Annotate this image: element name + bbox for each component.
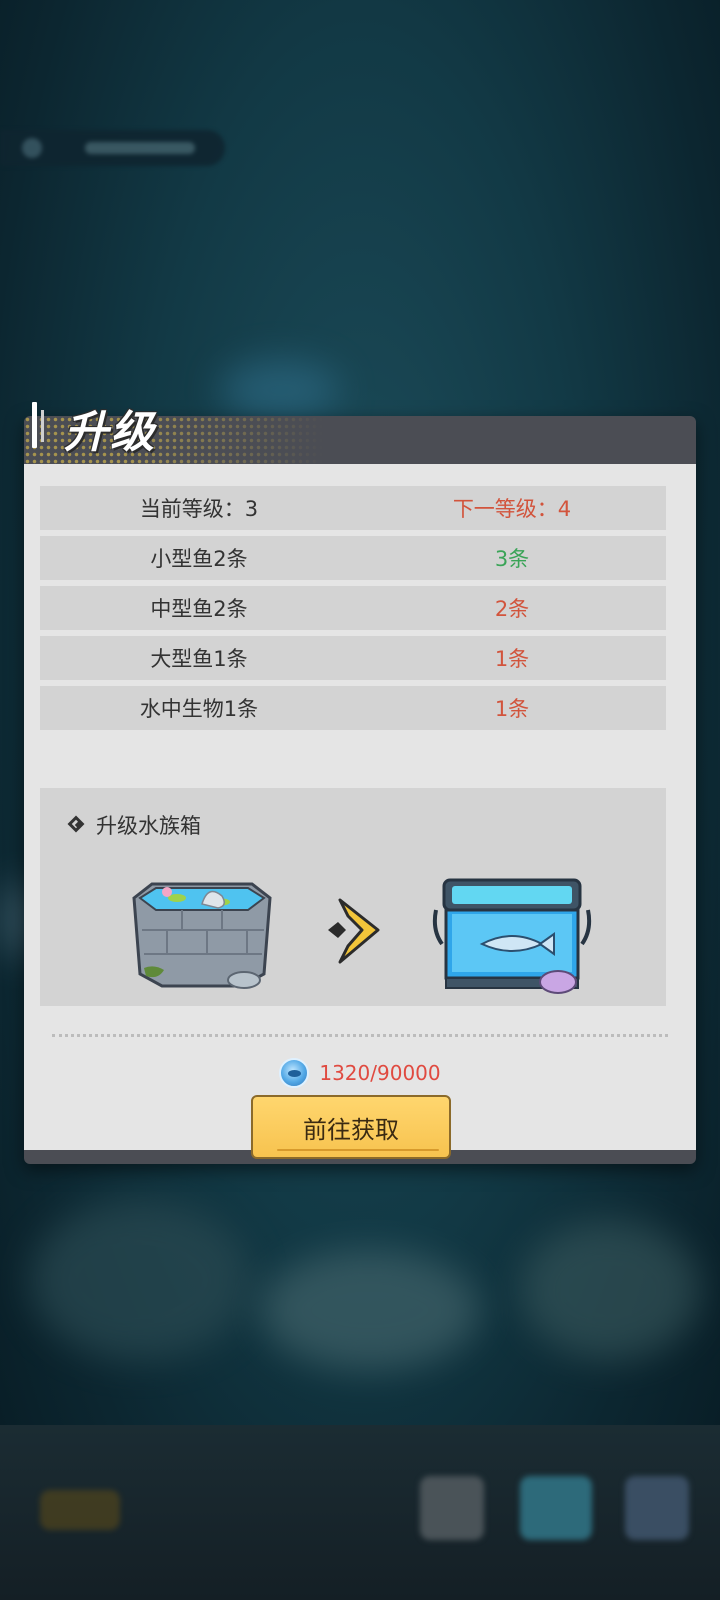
current-small-fish: 小型鱼2条	[150, 547, 248, 571]
background-bottom-bar	[0, 1425, 720, 1600]
title-bar-icon	[32, 402, 37, 448]
current-level: 当前等级：3	[139, 497, 259, 521]
current-medium-fish: 中型鱼2条	[150, 597, 248, 621]
dialog-body: 当前等级：3 下一等级：4 小型鱼2条 3条 中型鱼2条 2条 大型鱼1条 1条…	[24, 464, 696, 1159]
capacity-row-aquatic-creature: 水中生物1条 1条	[40, 686, 666, 730]
background-status-tag	[0, 130, 225, 166]
next-small-fish: 3条	[494, 547, 530, 571]
dotted-divider	[52, 1034, 668, 1037]
glass-aquarium-tank-icon	[432, 878, 592, 994]
diamond-bullet-icon	[68, 815, 88, 835]
go-obtain-button[interactable]: 前往获取	[251, 1095, 451, 1159]
upgrade-heading-wrap: 升级水族箱	[68, 810, 201, 840]
capacity-row-large-fish: 大型鱼1条 1条	[40, 636, 666, 680]
next-medium-fish: 2条	[494, 597, 530, 621]
current-large-fish: 大型鱼1条	[150, 647, 248, 671]
title-bar-accent	[41, 410, 44, 442]
current-aquatic-creature: 水中生物1条	[139, 697, 259, 721]
capacity-row-medium-fish: 中型鱼2条 2条	[40, 586, 666, 630]
cost-amount: 1320/90000	[319, 1061, 441, 1085]
cost-display: 1320/90000	[24, 1058, 696, 1088]
next-aquatic-creature: 1条	[494, 697, 530, 721]
dialog-title: 升级	[64, 407, 156, 458]
fish-coin-icon	[279, 1058, 310, 1088]
upgrade-arrow-icon	[328, 898, 380, 964]
upgrade-tank-panel: 升级水族箱	[40, 788, 666, 1006]
next-level: 下一等级：4	[452, 497, 572, 521]
upgrade-heading: 升级水族箱	[96, 814, 201, 838]
upgrade-dialog: 升级 当前等级：3 下一等级：4 小型鱼2条 3条 中型鱼2条 2条 大型鱼1条…	[24, 402, 696, 1164]
capacity-row-small-fish: 小型鱼2条 3条	[40, 536, 666, 580]
stone-pond-tank-icon	[132, 882, 272, 989]
level-row: 当前等级：3 下一等级：4	[40, 486, 666, 530]
next-large-fish: 1条	[494, 647, 530, 671]
